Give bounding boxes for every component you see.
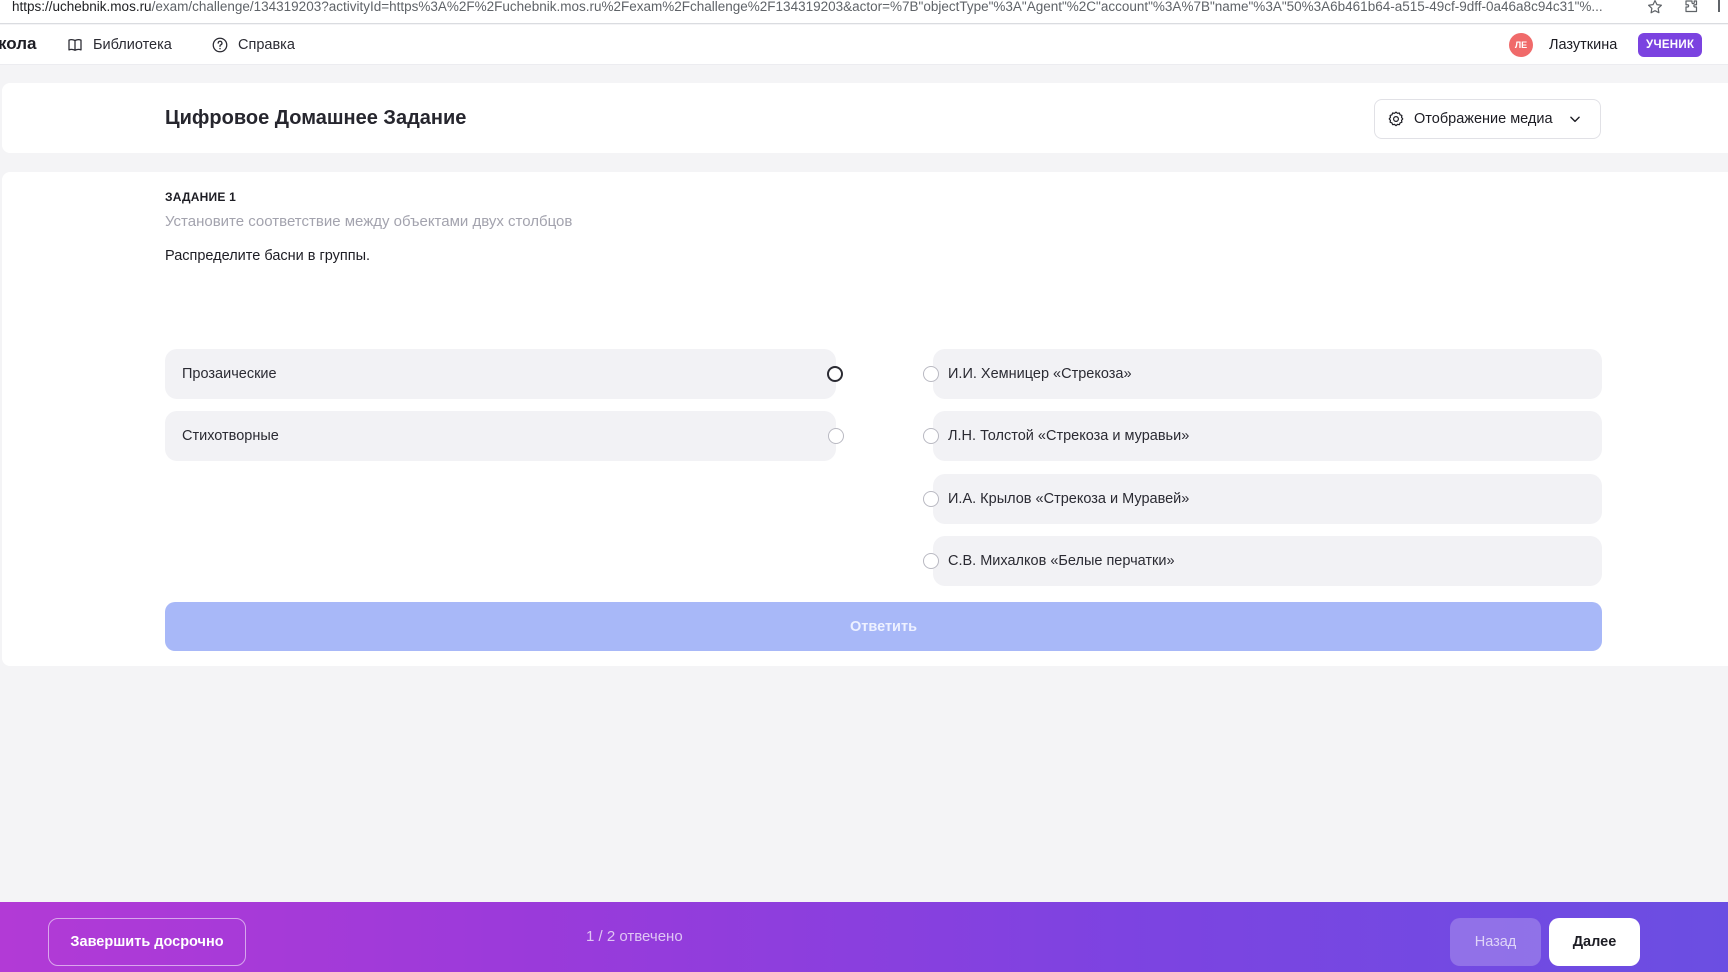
nav-library[interactable]: Библиотека (66, 25, 172, 65)
app-header: кола Библиотека Справка ЛЕ Лазуткина УЧЕ… (0, 25, 1728, 65)
finish-early-button[interactable]: Завершить досрочно (48, 918, 246, 966)
page-title: Цифровое Домашнее Задание (165, 107, 467, 129)
media-display-button[interactable]: Отображение медиа (1374, 99, 1601, 139)
left-item-verse[interactable]: Стихотворные (165, 411, 836, 461)
task-instruction: Установите соответствие между объектами … (165, 213, 573, 230)
user-name[interactable]: Лазуткина (1549, 37, 1617, 53)
task-question: Распределите басни в группы. (165, 248, 371, 264)
task-card: ЗАДАНИЕ 1 Установите соответствие между … (2, 172, 1728, 666)
right-connector-dot-khemnitser[interactable] (923, 366, 939, 382)
next-button[interactable]: Далее (1549, 918, 1640, 966)
back-button[interactable]: Назад (1450, 918, 1541, 966)
left-connector-dot-prose[interactable] (827, 366, 843, 382)
toolbar-edge (1718, 0, 1720, 12)
bookmark-star-icon[interactable] (1646, 0, 1664, 16)
url-text[interactable]: l https://uchebnik.mos.ru/exam/challenge… (12, 0, 1630, 14)
book-icon (68, 38, 82, 51)
media-display-label: Отображение медиа (1414, 111, 1553, 127)
right-item-label: С.В. Михалков «Белые перчатки» (948, 553, 1175, 569)
left-item-prose[interactable]: Прозаические (165, 349, 836, 399)
url-host: https://uchebnik.mos.ru (12, 0, 152, 14)
role-badge: УЧЕНИК (1638, 33, 1703, 57)
chevron-down-icon (1569, 116, 1580, 123)
answer-button[interactable]: Ответить (165, 602, 1602, 651)
right-item-mikhalkov[interactable]: С.В. Михалков «Белые перчатки» (933, 536, 1602, 586)
url-path: /exam/challenge/134319203?activityId=htt… (151, 0, 1603, 14)
right-item-krylov[interactable]: И.А. Крылов «Стрекоза и Муравей» (933, 474, 1602, 524)
task-number: ЗАДАНИЕ 1 (165, 190, 236, 204)
title-card: Цифровое Домашнее Задание Отображение ме… (2, 83, 1728, 153)
right-connector-dot-krylov[interactable] (923, 491, 939, 507)
extensions-puzzle-icon[interactable] (1683, 0, 1701, 16)
nav-library-label: Библиотека (93, 37, 172, 53)
left-item-label: Прозаические (182, 366, 277, 382)
bottom-navigation-bar: Завершить досрочно 1 / 2 отвечено Назад … (0, 902, 1728, 972)
left-connector-dot-verse[interactable] (828, 428, 844, 444)
nav-help[interactable]: Справка (211, 25, 295, 65)
gear-icon (1388, 111, 1404, 127)
browser-address-bar[interactable]: l https://uchebnik.mos.ru/exam/challenge… (0, 0, 1728, 24)
avatar[interactable]: ЛЕ (1509, 33, 1533, 57)
right-item-label: И.И. Хемницер «Стрекоза» (948, 366, 1132, 382)
nav-help-label: Справка (238, 37, 295, 53)
left-item-label: Стихотворные (182, 428, 279, 444)
right-item-label: И.А. Крылов «Стрекоза и Муравей» (948, 491, 1190, 507)
right-item-label: Л.Н. Толстой «Стрекоза и муравьи» (948, 428, 1190, 444)
right-item-khemnitser[interactable]: И.И. Хемницер «Стрекоза» (933, 349, 1602, 399)
right-item-tolstoy[interactable]: Л.Н. Толстой «Стрекоза и муравьи» (933, 411, 1602, 461)
right-connector-dot-tolstoy[interactable] (923, 428, 939, 444)
answered-progress: 1 / 2 отвечено (586, 928, 683, 945)
right-connector-dot-mikhalkov[interactable] (923, 553, 939, 569)
help-icon (212, 37, 228, 53)
brand-logo-text[interactable]: кола (0, 34, 37, 54)
